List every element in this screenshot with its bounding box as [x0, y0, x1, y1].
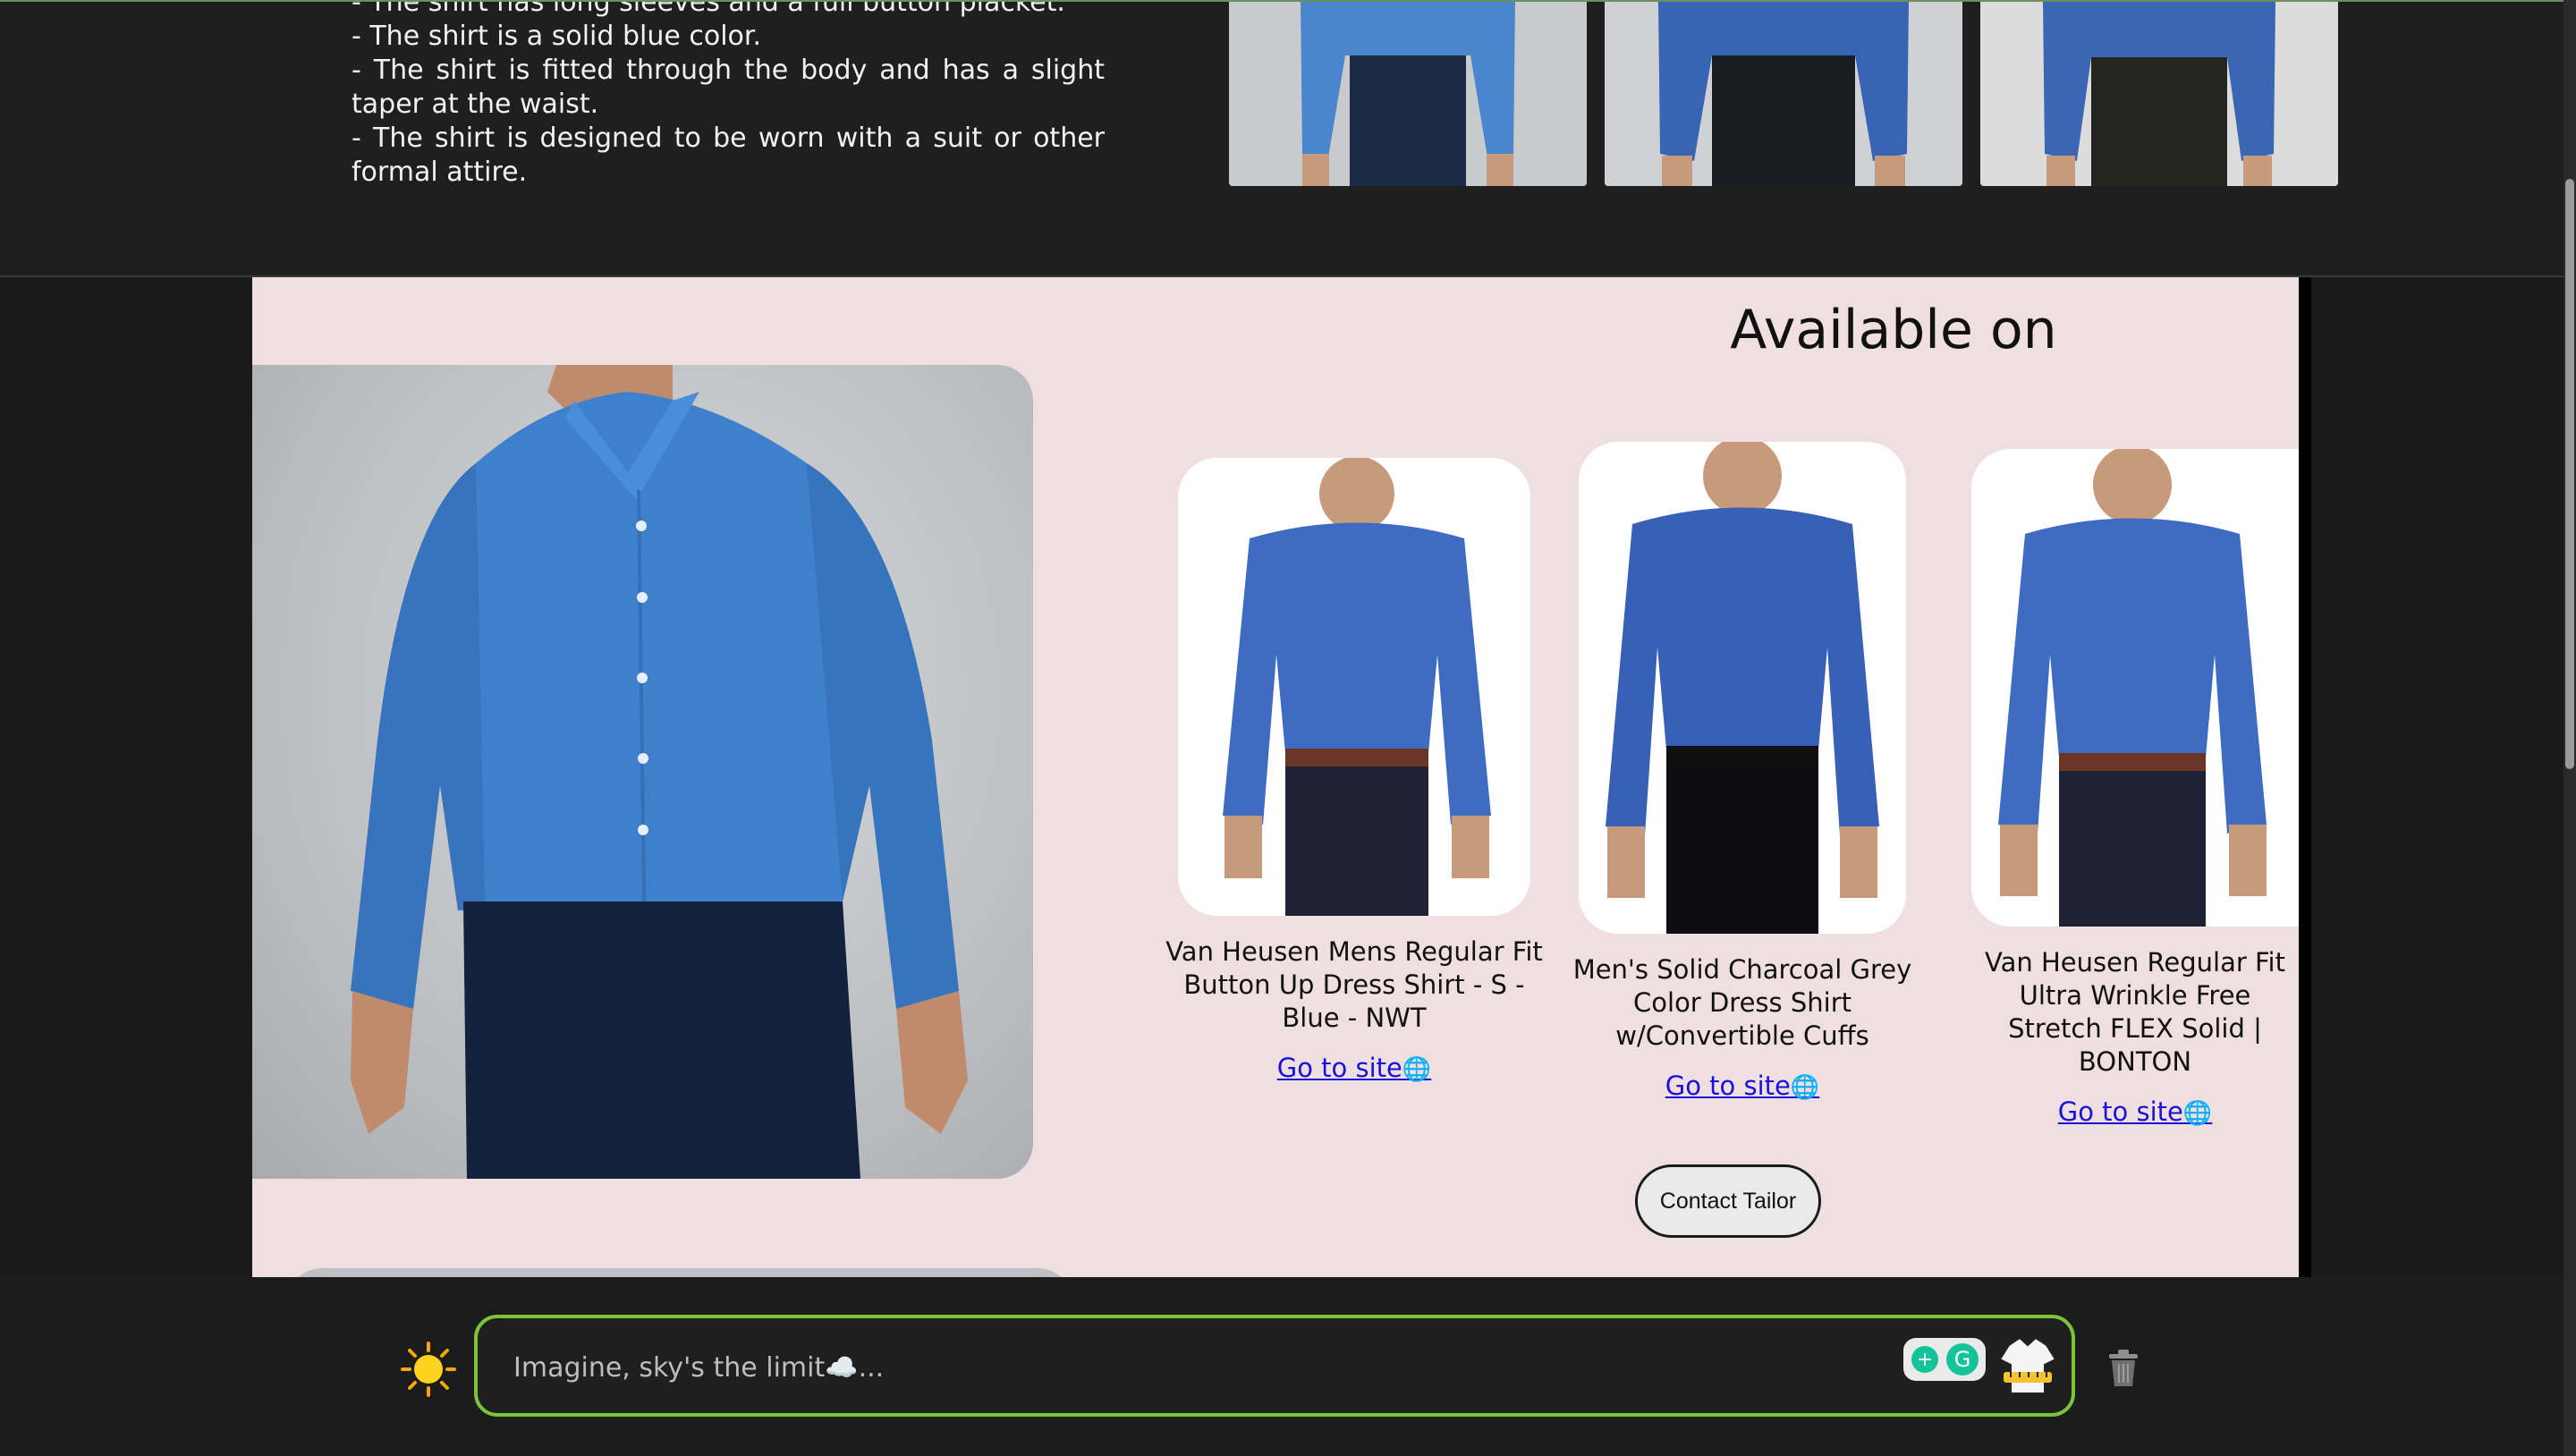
- go-to-site-label: Go to site: [2057, 1096, 2183, 1127]
- preview-image-3[interactable]: [1980, 2, 2338, 186]
- prompt-box: + G: [474, 1315, 2075, 1417]
- go-to-site-link[interactable]: Go to site🌐: [2058, 1096, 2213, 1127]
- available-on-heading: Available on: [1730, 299, 2057, 361]
- store-card-image[interactable]: [1178, 458, 1530, 916]
- description-line: - The shirt is designed to be worn with …: [352, 123, 1105, 188]
- store-card: Men's Solid Charcoal Grey Color Dress Sh…: [1555, 442, 1930, 1101]
- product-panel: Available on Van Heusen Mens Regular Fit…: [252, 277, 2299, 1277]
- prompt-input[interactable]: [512, 1343, 1812, 1392]
- store-card-title: Van Heusen Mens Regular Fit Button Up Dr…: [1165, 936, 1543, 1033]
- product-description-section: - The shirt has long sleeves and a full …: [0, 0, 2563, 277]
- description-line: - The shirt has long sleeves and a full …: [352, 0, 1065, 18]
- store-card-image[interactable]: [1971, 449, 2299, 927]
- go-to-site-link[interactable]: Go to site🌐: [1277, 1053, 1432, 1083]
- preview-image-2[interactable]: [1605, 2, 1962, 186]
- description-line: - The shirt is a solid blue color.: [352, 21, 761, 52]
- globe-icon: 🌐: [2182, 1100, 2213, 1127]
- store-card-title: Men's Solid Charcoal Grey Color Dress Sh…: [1572, 954, 1912, 1051]
- store-card-title: Van Heusen Regular Fit Ultra Wrinkle Fre…: [1985, 947, 2285, 1077]
- scrollbar-thumb[interactable]: [2565, 179, 2574, 769]
- go-to-site-label: Go to site: [1276, 1053, 1402, 1083]
- store-card: Van Heusen Regular Fit Ultra Wrinkle Fre…: [1971, 449, 2299, 1127]
- go-to-site-label: Go to site: [1665, 1071, 1791, 1101]
- next-hero-image[interactable]: [286, 1268, 1073, 1277]
- trash-icon[interactable]: [2106, 1349, 2141, 1388]
- store-card: Van Heusen Mens Regular Fit Button Up Dr…: [1157, 458, 1551, 1083]
- globe-icon: 🌐: [1790, 1074, 1820, 1101]
- description-line: - The shirt is fitted through the body a…: [352, 55, 1105, 120]
- sun-icon[interactable]: [401, 1342, 456, 1397]
- tailor-shirt-icon[interactable]: [1998, 1333, 2057, 1399]
- product-description: - The shirt has long sleeves and a full …: [352, 0, 1105, 190]
- contact-tailor-button[interactable]: Contact Tailor: [1635, 1164, 1821, 1238]
- preview-image-1[interactable]: [1229, 2, 1587, 186]
- grammarly-icon[interactable]: + G: [1903, 1338, 1986, 1381]
- hero-product-image[interactable]: [252, 365, 1033, 1179]
- store-card-image[interactable]: [1579, 442, 1906, 934]
- panel-edge: [2299, 277, 2311, 1277]
- svg-text:+: +: [1917, 1349, 1933, 1371]
- go-to-site-link[interactable]: Go to site🌐: [1665, 1071, 1820, 1101]
- svg-text:G: G: [1954, 1347, 1971, 1372]
- globe-icon: 🌐: [1402, 1056, 1432, 1083]
